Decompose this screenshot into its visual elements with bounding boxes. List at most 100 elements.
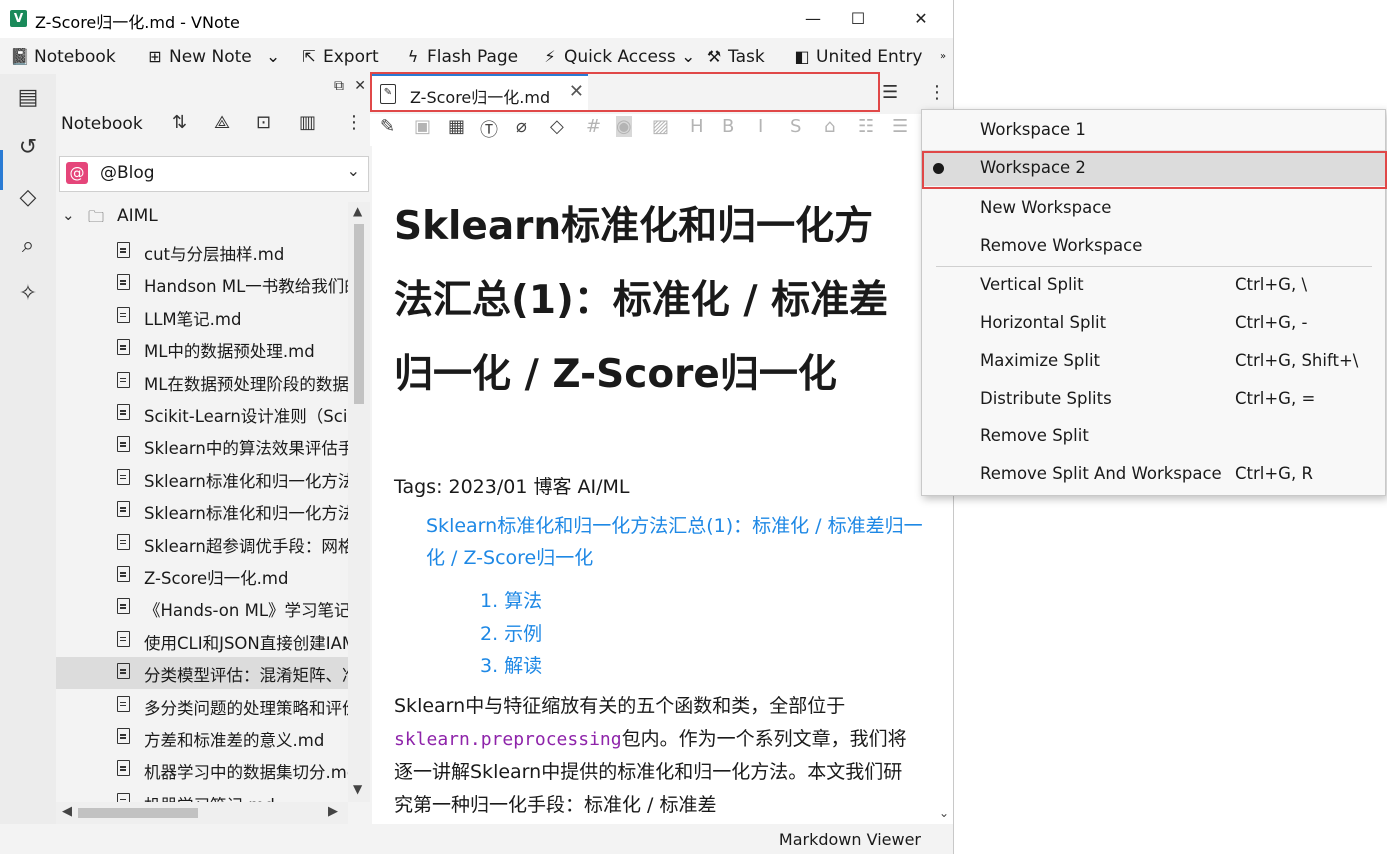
search-icon[interactable]: ⌕ — [14, 232, 42, 260]
notebook-explorer-icon[interactable]: ▤ — [14, 84, 42, 112]
file-item[interactable]: 方差和标准差的意义.md — [56, 722, 348, 754]
editor-tab-bar: ✎ Z-Score归一化.md ✕ ☰ ⋮ — [370, 74, 953, 114]
file-item[interactable]: Sklearn超参调优手段：网格 — [56, 528, 348, 560]
heading-icon[interactable]: H — [690, 116, 704, 137]
scroll-down-icon[interactable]: ▼ — [353, 782, 362, 796]
scroll-up-icon[interactable]: ▲ — [353, 204, 362, 218]
scroll-left-icon[interactable]: ◀ — [62, 804, 72, 819]
scroll-thumb[interactable] — [354, 224, 364, 404]
menu-item-distribute-splits[interactable]: Distribute Splits Ctrl+G, = — [922, 381, 1385, 417]
file-label: Sklearn标准化和归一化方法 — [144, 471, 348, 491]
strikethrough-icon[interactable]: S — [790, 116, 801, 137]
file-item[interactable]: 使用CLI和JSON直接创建IAM — [56, 625, 348, 657]
view-mode-icon[interactable]: ▥ — [299, 112, 316, 133]
menu-item-remove-split[interactable]: Remove Split — [922, 418, 1385, 454]
explorer-header: Notebook — [61, 114, 143, 134]
title-bar: V Z-Score归一化.md - VNote — ☐ ✕ — [0, 0, 953, 38]
code-icon[interactable]: ⌂ — [824, 116, 835, 137]
attachment-icon[interactable]: ⌀ — [516, 116, 527, 137]
file-item[interactable]: 《Hands-on ML》学习笔记 — [56, 592, 348, 624]
file-item[interactable]: cut与分层抽样.md — [56, 236, 348, 268]
inline-code: sklearn.preprocessing — [394, 729, 622, 750]
menu-item-remove-workspace[interactable]: Remove Workspace — [922, 228, 1385, 264]
workspace-menu-icon[interactable]: ⋮ — [928, 82, 946, 103]
file-item[interactable]: ML在数据预处理阶段的数据 — [56, 366, 348, 398]
search-in-notebook-icon[interactable]: ⊡ — [256, 112, 271, 133]
close-tab-icon[interactable]: ✕ — [569, 81, 584, 102]
image-icon[interactable]: ▨ — [652, 116, 669, 137]
hashtag-icon[interactable]: # — [586, 116, 601, 137]
menu-item-remove-split-and-workspace[interactable]: Remove Split And Workspace Ctrl+G, R — [922, 456, 1385, 492]
menu-item-maximize-split[interactable]: Maximize Split Ctrl+G, Shift+\ — [922, 343, 1385, 379]
notebook-selector[interactable]: @ @Blog ⌄ — [59, 156, 369, 192]
file-item[interactable]: 机器学习中的数据集切分.md — [56, 754, 348, 786]
menu-item-label: Vertical Split — [980, 275, 1084, 294]
history-icon[interactable]: ↺ — [14, 134, 42, 162]
menu-item-workspace-2[interactable]: Workspace 2 — [922, 150, 1385, 186]
text-t-icon[interactable]: Ⓣ — [480, 116, 498, 142]
bold-icon[interactable]: B — [722, 116, 734, 137]
menu-item-label: Distribute Splits — [980, 389, 1112, 408]
maximize-button[interactable]: ☐ — [830, 0, 886, 38]
menu-item-vertical-split[interactable]: Vertical Split Ctrl+G, \ — [922, 267, 1385, 303]
quick-access-button[interactable]: ⚡ Quick Access ⌄ — [540, 44, 695, 70]
close-button[interactable]: ✕ — [893, 0, 949, 38]
float-panel-icon[interactable]: ⧉ — [334, 78, 344, 94]
file-item[interactable]: 分类模型评估：混淆矩阵、准 — [56, 657, 348, 690]
menu-item-workspace-1[interactable]: Workspace 1 — [922, 112, 1385, 148]
italic-icon[interactable]: I — [758, 116, 763, 137]
file-item[interactable]: Sklearn标准化和归一化方法 — [56, 495, 348, 527]
task-icon: ⚒ — [706, 47, 722, 66]
notebook-menu[interactable]: 📓 Notebook — [10, 44, 116, 70]
tag-icon[interactable]: ◇ — [14, 184, 42, 212]
bullet-list-icon[interactable]: ☷ — [858, 116, 874, 137]
radio-check-icon — [933, 163, 944, 174]
toc-item-link[interactable]: 3. 解读 — [480, 651, 542, 678]
layout-icon[interactable]: ▦ — [448, 116, 465, 137]
flash-page-button[interactable]: ϟ Flash Page — [403, 44, 518, 70]
new-note-button[interactable]: ⊞ New Note — [145, 44, 251, 70]
tag-icon[interactable]: ◇ — [550, 116, 564, 137]
scroll-right-icon[interactable]: ▶ — [328, 804, 338, 819]
toc-title-link[interactable]: Sklearn标准化和归一化方法汇总(1)：标准化 / 标准差归一化 / Z-S… — [426, 510, 926, 574]
save-icon[interactable]: ▣ — [414, 116, 431, 137]
eye-icon[interactable]: ◉ — [616, 116, 632, 137]
file-item[interactable]: Z-Score归一化.md — [56, 560, 348, 592]
file-item[interactable]: Handson ML一书教给我们的 — [56, 268, 348, 300]
node-type-icon[interactable]: ⟁ — [214, 112, 230, 133]
scroll-down-icon[interactable]: ⌄ — [939, 806, 949, 820]
menu-item-label: Maximize Split — [980, 351, 1100, 370]
file-item[interactable]: 多分类问题的处理策略和评价 — [56, 690, 348, 722]
tab-list-icon[interactable]: ☰ — [882, 82, 898, 103]
united-entry-button[interactable]: ◧ United Entry — [792, 44, 922, 70]
toolbar-overflow-icon[interactable]: » — [940, 44, 946, 70]
task-button[interactable]: ⚒ Task — [704, 44, 765, 70]
snippet-icon[interactable]: ✧ — [14, 280, 42, 308]
file-item[interactable]: 机器学习笔记.md — [56, 787, 348, 802]
file-item[interactable]: LLM笔记.md — [56, 301, 348, 333]
new-note-dropdown[interactable]: ⌄ — [266, 44, 280, 70]
scroll-thumb[interactable] — [78, 808, 198, 818]
export-label: Export — [323, 47, 379, 67]
file-item[interactable]: Sklearn中的算法效果评估手 — [56, 430, 348, 462]
folder-item[interactable]: ⌄ 🗀 AIML — [56, 202, 348, 234]
close-panel-icon[interactable]: ✕ — [354, 78, 366, 94]
edit-pencil-icon[interactable]: ✎ — [380, 116, 395, 137]
tree-vertical-scrollbar[interactable]: ▲ ▼ — [348, 202, 370, 802]
file-item[interactable]: Scikit-Learn设计准则（Scik — [56, 398, 348, 430]
tab-z-score[interactable]: ✎ Z-Score归一化.md ✕ — [372, 74, 588, 112]
flash-page-label: Flash Page — [427, 47, 519, 67]
menu-item-shortcut: Ctrl+G, R — [1235, 464, 1313, 483]
numbered-list-icon[interactable]: ☰ — [892, 116, 908, 137]
file-item[interactable]: ML中的数据预处理.md — [56, 333, 348, 365]
toc-item-link[interactable]: 2. 示例 — [480, 619, 542, 646]
file-item[interactable]: Sklearn标准化和归一化方法 — [56, 463, 348, 495]
menu-item-new-workspace[interactable]: New Workspace — [922, 190, 1385, 226]
toc-item-link[interactable]: 1. 算法 — [480, 586, 542, 613]
menu-item-horizontal-split[interactable]: Horizontal Split Ctrl+G, - — [922, 305, 1385, 341]
tree-horizontal-scrollbar[interactable]: ◀ ▶ — [56, 802, 348, 824]
menu-item-label: Workspace 1 — [980, 120, 1086, 139]
export-button[interactable]: ⇱ Export — [299, 44, 379, 70]
more-options-icon[interactable]: ⋮ — [345, 112, 363, 133]
sort-icon[interactable]: ⇅ — [172, 112, 187, 133]
